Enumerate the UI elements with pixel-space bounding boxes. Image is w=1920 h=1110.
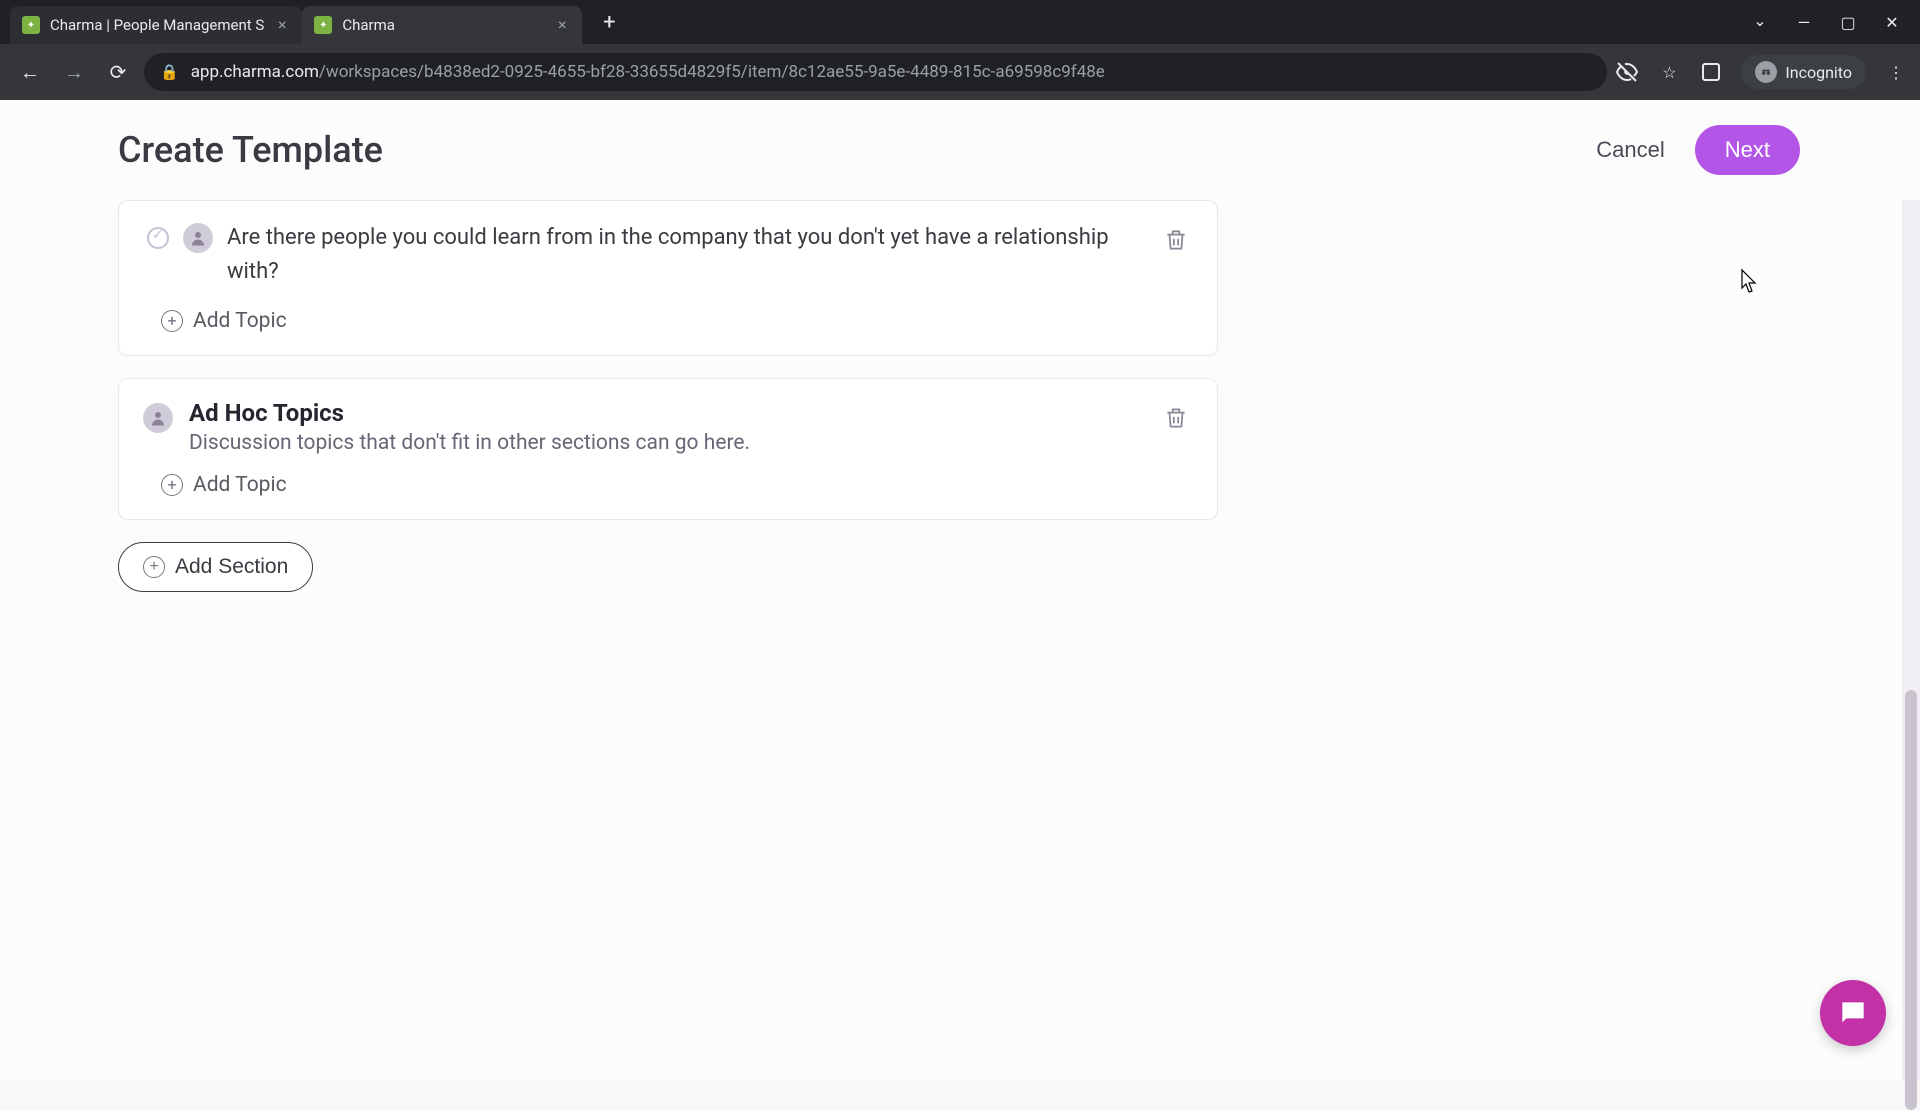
app-header: Create Template Cancel Next xyxy=(0,100,1920,200)
header-actions: Cancel Next xyxy=(1596,125,1800,175)
cancel-button[interactable]: Cancel xyxy=(1596,137,1664,163)
trash-icon[interactable] xyxy=(1163,405,1189,431)
url-text: app.charma.com/workspaces/b4838ed2-0925-… xyxy=(191,62,1105,82)
close-icon[interactable]: × xyxy=(274,17,290,33)
add-topic-label: Add Topic xyxy=(193,309,287,333)
plus-circle-icon: + xyxy=(161,474,183,496)
url-host: app.charma.com xyxy=(191,62,319,82)
incognito-label: Incognito xyxy=(1785,63,1852,82)
new-tab-button[interactable]: + xyxy=(594,7,624,37)
add-topic-label: Add Topic xyxy=(193,473,287,497)
minimize-icon[interactable]: — xyxy=(1796,14,1812,30)
section-description[interactable]: Discussion topics that don't fit in othe… xyxy=(189,431,1147,455)
check-circle-icon[interactable] xyxy=(147,227,169,249)
url-path: /workspaces/b4838ed2-0925-4655-bf28-3365… xyxy=(319,62,1105,82)
incognito-icon xyxy=(1755,61,1777,83)
incognito-badge[interactable]: Incognito xyxy=(1741,55,1866,89)
avatar-icon xyxy=(143,403,173,433)
topic-text[interactable]: Are there people you could learn from in… xyxy=(227,221,1149,289)
add-section-button[interactable]: + Add Section xyxy=(118,542,313,592)
section-title[interactable]: Ad Hoc Topics xyxy=(189,399,1147,427)
address-bar[interactable]: 🔒 app.charma.com/workspaces/b4838ed2-092… xyxy=(144,53,1607,91)
close-window-icon[interactable]: ✕ xyxy=(1884,14,1900,30)
toolbar-right: ☆ Incognito ⋮ xyxy=(1615,55,1908,89)
close-icon[interactable]: × xyxy=(554,17,570,33)
page-title: Create Template xyxy=(118,129,383,171)
browser-chrome: Charma | People Management S × Charma × … xyxy=(0,0,1920,100)
toolbar: ← → ⟳ 🔒 app.charma.com/workspaces/b4838e… xyxy=(0,44,1920,100)
section-card: Ad Hoc Topics Discussion topics that don… xyxy=(118,378,1218,520)
avatar-icon xyxy=(183,223,213,253)
tab-title: Charma xyxy=(342,16,544,34)
browser-tab-1[interactable]: Charma × xyxy=(302,6,582,44)
add-topic-button[interactable]: + Add Topic xyxy=(119,297,1217,355)
tabs-dropdown-icon[interactable]: ⌄ xyxy=(1752,12,1768,28)
tab-bar: Charma | People Management S × Charma × … xyxy=(0,0,1920,44)
scrollbar[interactable] xyxy=(1902,200,1920,1080)
add-section-label: Add Section xyxy=(175,555,288,579)
content: Are there people you could learn from in… xyxy=(0,200,1920,592)
reload-button[interactable]: ⟳ xyxy=(100,54,136,90)
forward-button[interactable]: → xyxy=(56,54,92,90)
scroll-thumb[interactable] xyxy=(1905,690,1917,1110)
add-topic-button[interactable]: + Add Topic xyxy=(119,461,1217,519)
lock-icon: 🔒 xyxy=(160,63,179,81)
menu-icon[interactable]: ⋮ xyxy=(1884,60,1908,84)
eye-off-icon[interactable] xyxy=(1615,60,1639,84)
app-body: Create Template Cancel Next Are there pe… xyxy=(0,100,1920,1080)
tab-favicon-icon xyxy=(22,16,40,34)
trash-icon[interactable] xyxy=(1163,227,1189,253)
next-button[interactable]: Next xyxy=(1695,125,1800,175)
section-title-block: Ad Hoc Topics Discussion topics that don… xyxy=(189,399,1147,455)
chat-widget-button[interactable] xyxy=(1820,980,1886,1046)
browser-tab-0[interactable]: Charma | People Management S × xyxy=(10,6,302,44)
plus-circle-icon: + xyxy=(143,556,165,578)
topic-row: Are there people you could learn from in… xyxy=(119,201,1217,297)
bookmark-star-icon[interactable]: ☆ xyxy=(1657,60,1681,84)
window-controls: ⌄ — ▢ ✕ xyxy=(1752,0,1920,44)
maximize-icon[interactable]: ▢ xyxy=(1840,14,1856,30)
section-header: Ad Hoc Topics Discussion topics that don… xyxy=(119,379,1217,461)
section-card: Are there people you could learn from in… xyxy=(118,200,1218,356)
back-button[interactable]: ← xyxy=(12,54,48,90)
plus-circle-icon: + xyxy=(161,310,183,332)
tab-title: Charma | People Management S xyxy=(50,16,264,34)
extensions-icon[interactable] xyxy=(1699,60,1723,84)
tab-favicon-icon xyxy=(314,16,332,34)
